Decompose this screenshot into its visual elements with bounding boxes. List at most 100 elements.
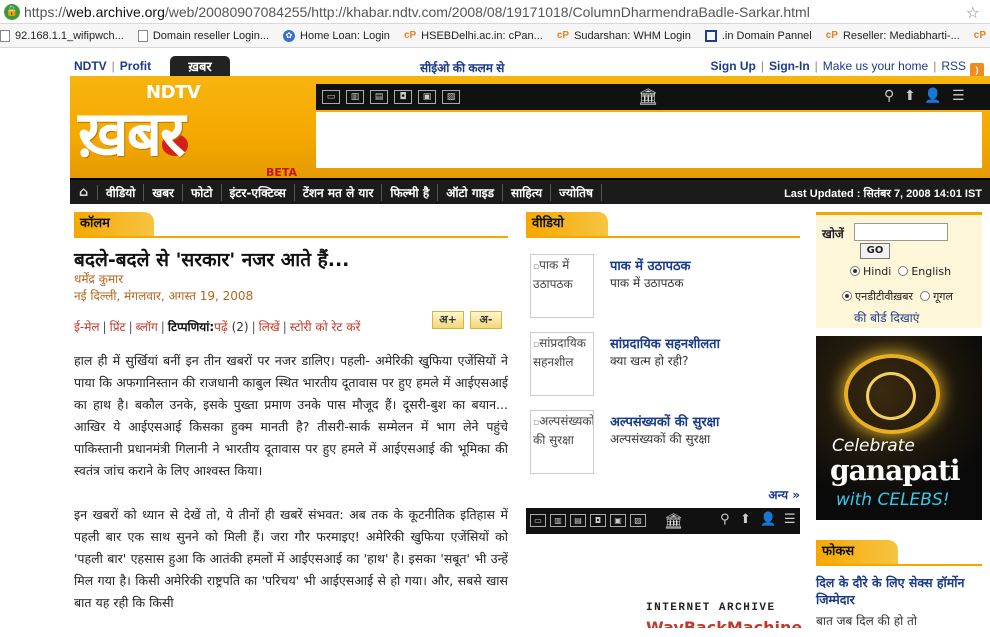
khabar-logo[interactable]: ख़बर NDTV BETA <box>78 82 313 179</box>
nav-item[interactable]: फिल्मी है <box>382 183 439 201</box>
url-path: /web/20080907084255/http://khabar.ndtv.c… <box>164 3 810 20</box>
nav-item[interactable]: खबर <box>144 183 183 201</box>
logo-ndtv: NDTV <box>146 82 201 103</box>
nav-item[interactable]: टेंशन मत ले यार <box>295 183 383 201</box>
search-icon[interactable]: ⚲ <box>884 88 894 104</box>
read-comments-link[interactable]: पढ़ें <box>214 320 228 334</box>
upload-icon[interactable]: ⬆ <box>740 512 751 527</box>
video-title[interactable]: सांप्रदायिक सहनशीलता <box>610 334 720 352</box>
user-icon[interactable]: 👤 <box>760 512 776 527</box>
bookmark-item[interactable]: .in Domain Pannel <box>704 29 812 42</box>
camera-icon[interactable]: ◘ <box>394 90 412 104</box>
film-icon[interactable]: ▤ <box>370 90 388 104</box>
ceo-column-link[interactable]: सीईओ की कलम से <box>420 59 504 76</box>
temple-icon[interactable]: 🏛 <box>664 512 683 530</box>
nav-item[interactable]: ज्योतिष <box>551 183 602 201</box>
more-videos-link[interactable]: अन्य » <box>768 486 800 503</box>
article-paragraph: हाल ही में सुर्खियां बनीं इन तीन खबरों प… <box>74 353 508 478</box>
bookmark-item[interactable]: ✿ Home Loan: Login <box>283 29 390 42</box>
promo-line2: ganapati <box>830 454 961 487</box>
address-bar[interactable]: 🔒 https://web.archive.org/web/2008090708… <box>0 0 990 24</box>
article-author[interactable]: धर्मेंद्र कुमार <box>74 270 123 287</box>
go-button[interactable]: GO <box>860 243 890 259</box>
nav-item[interactable]: इंटर-एक्टिव्स <box>222 183 295 201</box>
book-icon[interactable]: ▥ <box>346 90 364 104</box>
camera-icon[interactable]: ◘ <box>590 514 606 527</box>
write-comment-link[interactable]: लिखें <box>259 320 280 334</box>
nav-item[interactable]: वीडियो <box>98 183 145 201</box>
ganapati-promo-banner[interactable]: Celebrate ganapati with CELEBS! <box>816 336 982 520</box>
email-link[interactable]: ई-मेल <box>74 320 100 334</box>
window-icon[interactable]: ▭ <box>322 90 340 104</box>
menu-icon[interactable]: ☰ <box>784 512 796 527</box>
rss-link[interactable]: RSS <box>941 59 966 73</box>
video-item[interactable]: ▫सांप्रदायिक सहनशील सांप्रदायिक सहनशीलता… <box>530 332 800 398</box>
blog-link[interactable]: ब्लॉग <box>136 320 158 334</box>
english-radio[interactable] <box>898 266 909 276</box>
video-item[interactable]: ▫अल्पसंख्यकों की सुरक्षा अल्पसंख्यकों की… <box>530 410 800 476</box>
window-icon[interactable]: ▭ <box>530 514 546 527</box>
bookmark-item[interactable]: cPPathlabmis: Reseller2... <box>974 30 990 42</box>
rss-icon[interactable]: ) <box>970 63 984 77</box>
font-decrease-button[interactable]: अ- <box>470 311 502 329</box>
print-link[interactable]: प्रिंट <box>110 320 126 334</box>
nav-item[interactable]: फोटो <box>183 183 222 201</box>
top-nav: NDTV | Profit ख़बर सीईओ की कलम से Sign Up |… <box>70 52 990 77</box>
sign-up-link[interactable]: Sign Up <box>711 59 756 73</box>
image-icon[interactable]: ▨ <box>630 514 646 527</box>
ndtv-search-radio[interactable] <box>842 291 852 301</box>
article-title: बदले-बदले से 'सरकार' नजर आते हैं... <box>74 249 350 271</box>
bookmark-star-icon[interactable]: ☆ <box>966 3 980 22</box>
search-input[interactable] <box>854 223 948 241</box>
bookmark-label: Reseller: Mediabharti-... <box>842 29 960 42</box>
sign-in-link[interactable]: Sign-In <box>769 59 810 73</box>
bookmark-label: HSEBDelhi.ac.in: cPan... <box>421 29 543 42</box>
google-search-label: गूगल <box>933 290 953 303</box>
bookmarks-bar: 92.168.1.1_wifipwch... Domain reseller Lo… <box>0 24 990 48</box>
temple-icon[interactable]: 🏛 <box>638 87 658 106</box>
bookmark-item[interactable]: Domain reseller Login... <box>137 29 269 42</box>
language-options: Hindi English <box>850 265 951 278</box>
video-title[interactable]: अल्पसंख्यकों की सुरक्षा <box>610 412 719 430</box>
upload-icon[interactable]: ⬆ <box>904 88 916 104</box>
bookmark-item[interactable]: cP HSEBDelhi.ac.in: cPan... <box>404 30 543 42</box>
profit-link[interactable]: Profit <box>120 59 151 73</box>
ndtv-khabar-page: NDTV | Profit ख़बर सीईओ की कलम से Sign Up |… <box>70 52 990 637</box>
archive-line1: INTERNET ARCHIVE <box>646 602 776 614</box>
beta-label: BETA <box>266 166 298 179</box>
video-icon-strip: ▭ ▥ ▤ ◘ ▣ ▨ 🏛 ⚲ ⬆ 👤 ☰ <box>526 508 800 534</box>
rate-story-link[interactable]: स्टोरी को रेट करें <box>290 320 361 334</box>
url-text[interactable]: https://web.archive.org/web/200809070842… <box>24 4 810 20</box>
video-thumbnail[interactable]: ▫अल्पसंख्यकों की सुरक्षा <box>530 410 594 474</box>
video-title[interactable]: पाक में उठापठक <box>610 256 691 274</box>
google-search-radio[interactable] <box>920 291 931 301</box>
focus-headline[interactable]: दिल के दौरे के लिए सेक्स हॉर्मोन जिम्मेद… <box>816 574 982 608</box>
book-icon[interactable]: ▥ <box>550 514 566 527</box>
bookmark-item[interactable]: cP Sudarshan: WHM Login <box>557 30 691 42</box>
nav-item[interactable]: ऑटो गाइड <box>438 183 503 201</box>
user-icon[interactable]: 👤 <box>924 88 941 104</box>
bookmark-item[interactable]: cP Reseller: Mediabharti-... <box>826 30 960 42</box>
site-header: ख़बर NDTV BETA ▭ ▥ ▤ ◘ ▣ ▨ 🏛 ⚲ ⬆ 👤 ☰ <box>70 76 990 180</box>
ndtv-link[interactable]: NDTV <box>74 59 107 73</box>
khabar-tab[interactable]: ख़बर <box>170 56 230 77</box>
video-thumbnail[interactable]: ▫सांप्रदायिक सहनशील <box>530 332 594 396</box>
wayback-machine-logo[interactable]: INTERNET ARCHIVE WayBackMachine <box>646 602 806 628</box>
search-icon[interactable]: ⚲ <box>720 512 730 527</box>
show-keyboard-link[interactable]: की बोर्ड दिखाएं <box>854 309 919 326</box>
film-icon[interactable]: ▤ <box>570 514 586 527</box>
tv-icon[interactable]: ▣ <box>610 514 626 527</box>
menu-icon[interactable]: ☰ <box>952 88 965 104</box>
tv-icon[interactable]: ▣ <box>418 90 436 104</box>
video-thumbnail[interactable]: ▫पाक में उठापठक <box>530 254 594 318</box>
font-increase-button[interactable]: अ+ <box>432 311 464 329</box>
video-item[interactable]: ▫पाक में उठापठक पाक में उठापठक पाक में उ… <box>530 254 800 320</box>
hindi-radio[interactable] <box>850 266 860 276</box>
promo-line1: Celebrate <box>832 436 915 456</box>
bookmark-item[interactable]: 92.168.1.1_wifipwch... <box>0 29 124 42</box>
home-icon[interactable]: ⌂ <box>70 184 98 200</box>
nav-item[interactable]: साहित्य <box>503 183 552 201</box>
image-icon[interactable]: ▨ <box>442 90 460 104</box>
homepage-link[interactable]: Make us your home <box>823 59 928 73</box>
main-nav: ⌂ वीडियो खबर फोटो इंटर-एक्टिव्स टेंशन मत ले … <box>70 180 990 204</box>
